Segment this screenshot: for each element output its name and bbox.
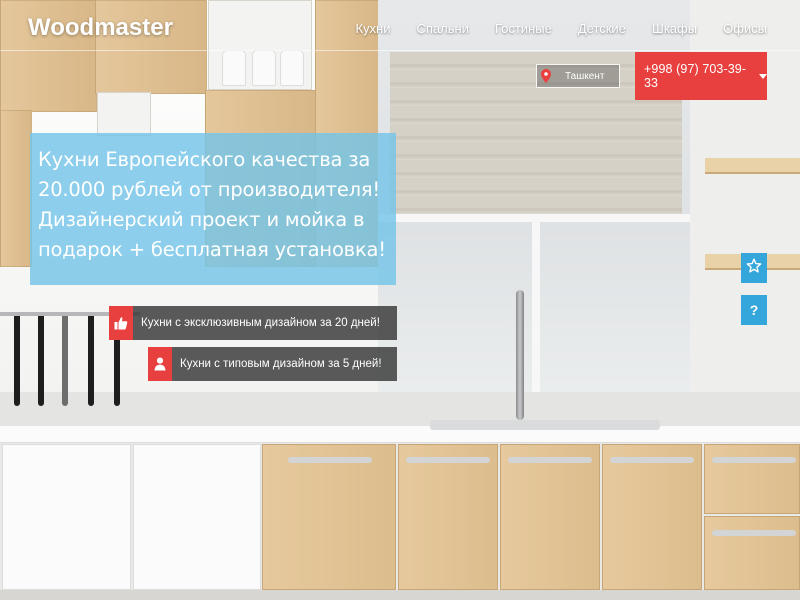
help-button[interactable]: ? [741, 295, 767, 325]
thumbs-up-icon [109, 306, 133, 340]
hero-title-line: Кухни Европейского качества за [38, 148, 371, 171]
hero-title-line: 20.000 рублей от производителя! [38, 178, 381, 201]
offer-exclusive-design[interactable]: Кухни с эксклюзивным дизайном за 20 дней… [109, 306, 397, 340]
city-selector[interactable]: Ташкент [536, 64, 620, 88]
offer-text: Кухни с типовым дизайном за 5 дней! [180, 358, 382, 370]
question-mark-icon: ? [749, 302, 759, 318]
phone-dropdown[interactable]: +998 (97) 703-39-33 [635, 52, 767, 100]
header-divider [0, 50, 800, 51]
offer-standard-design[interactable]: Кухни с типовым дизайном за 5 дней! [148, 347, 397, 381]
hero-title-line: Дизайнерский проект и мойка в [38, 208, 365, 231]
site-logo[interactable]: Woodmaster [28, 14, 173, 42]
nav-item-offices[interactable]: Офисы [723, 21, 767, 36]
nav-item-kids-rooms[interactable]: Детские [578, 21, 626, 36]
chevron-down-icon [759, 73, 767, 79]
hero-title-line: подарок + бесплатная установка! [38, 238, 386, 261]
favorites-button[interactable] [741, 253, 767, 283]
offer-text: Кухни с эксклюзивным дизайном за 20 дней… [141, 317, 380, 329]
nav-item-living-rooms[interactable]: Гостиные [495, 21, 552, 36]
hero-banner: Кухни Европейского качества за 20.000 ру… [30, 133, 396, 285]
main-nav: Кухни Спальни Гостиные Детские Шкафы Офи… [355, 21, 767, 36]
city-label: Ташкент [565, 70, 605, 82]
nav-item-wardrobes[interactable]: Шкафы [652, 21, 697, 36]
person-icon [148, 347, 172, 381]
nav-item-kitchens[interactable]: Кухни [355, 21, 390, 36]
nav-item-bedrooms[interactable]: Спальни [416, 21, 468, 36]
hero-title: Кухни Европейского качества за 20.000 ру… [30, 133, 396, 265]
star-icon [746, 258, 762, 278]
phone-number: +998 (97) 703-39-33 [644, 62, 747, 90]
map-pin-icon [537, 65, 555, 87]
